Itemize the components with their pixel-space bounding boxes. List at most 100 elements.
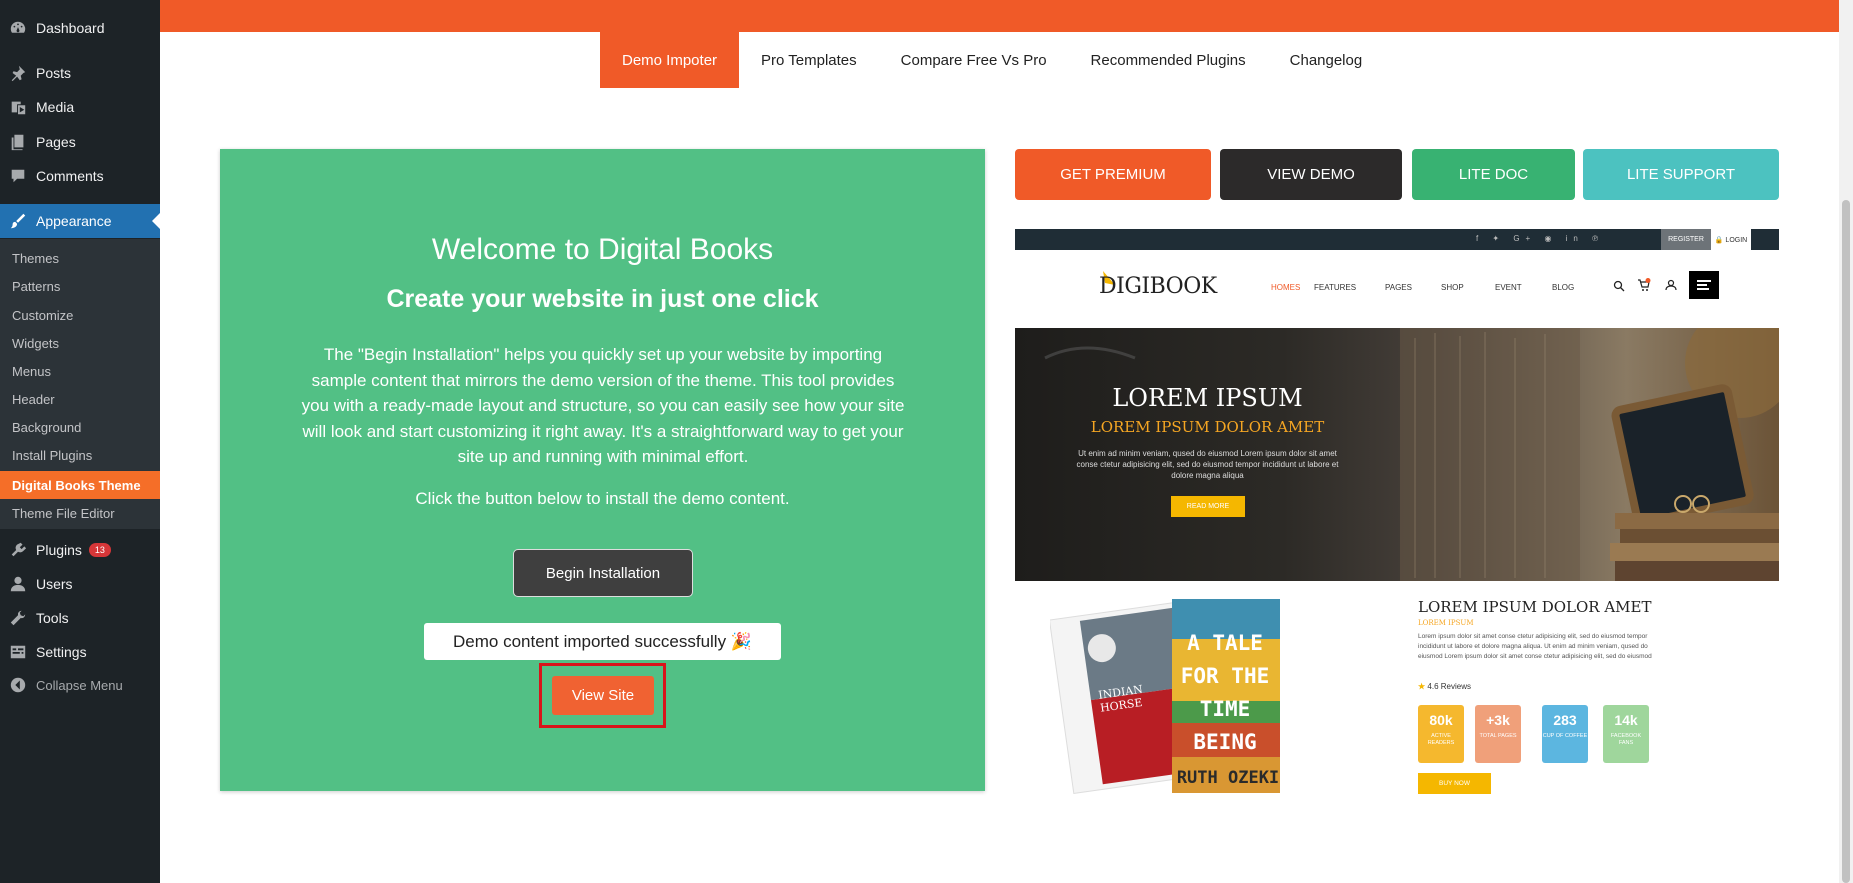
stat-card: 283 CUP OF COFFEE (1542, 705, 1588, 763)
preview-nav-homes: HOMES (1271, 283, 1301, 292)
plugins-update-badge: 13 (88, 543, 111, 557)
submenu-header[interactable]: Header (0, 385, 160, 413)
menu-media[interactable]: Media (0, 90, 160, 124)
preview-buy-now: BUY NOW (1418, 773, 1491, 794)
submenu-background[interactable]: Background (0, 413, 160, 441)
submenu-install-plugins[interactable]: Install Plugins (0, 441, 160, 469)
preview-topbar: f ✦ G+ ◉ in ℗ REGISTER 🔒 LOGIN (1015, 229, 1779, 250)
welcome-subtitle: Create your website in just one click (386, 285, 819, 313)
submenu-menus[interactable]: Menus (0, 357, 160, 385)
collapse-menu[interactable]: Collapse Menu (0, 668, 160, 702)
collapse-menu-label: Collapse Menu (36, 677, 123, 693)
lite-support-button[interactable]: LITE SUPPORT (1583, 149, 1779, 200)
menu-comments[interactable]: Comments (0, 159, 160, 193)
submenu-patterns[interactable]: Patterns (0, 272, 160, 300)
tab-pro-templates[interactable]: Pro Templates (739, 32, 879, 88)
menu-comments-label: Comments (36, 168, 104, 184)
brush-icon (0, 212, 36, 230)
tab-compare[interactable]: Compare Free Vs Pro (879, 32, 1069, 88)
stat-card: 14k FACEBOOK FANS (1603, 705, 1649, 763)
collapse-icon (0, 676, 36, 694)
menu-users[interactable]: Users (0, 567, 160, 601)
book2-author: RUTH OZEKI (1176, 768, 1280, 788)
welcome-title: Welcome to Digital Books (431, 233, 774, 266)
stat-label: FACEBOOK FANS (1610, 733, 1642, 746)
theme-tabs: Demo Impoter Pro Templates Compare Free … (600, 32, 1384, 88)
tab-recommended-plugins[interactable]: Recommended Plugins (1069, 32, 1268, 88)
stat-label: TOTAL PAGES (1479, 733, 1517, 739)
stat-number: 80k (1429, 712, 1453, 728)
tab-demo-importer[interactable]: Demo Impoter (600, 32, 740, 88)
hero-read-more: READ MORE (1171, 496, 1245, 517)
stat-number: 283 (1553, 712, 1577, 728)
stat-number: 14k (1614, 712, 1638, 728)
install-instruction: Click the button below to install the de… (415, 489, 790, 508)
preview-section-title: LOREM IPSUM DOLOR AMET (1418, 598, 1652, 616)
preview-nav-event: EVENT (1495, 283, 1522, 292)
stat-label: ACTIVE READERS (1427, 733, 1455, 746)
appearance-submenu: Themes Patterns Customize Widgets Menus … (0, 239, 160, 529)
user-icon (0, 575, 36, 593)
star-icon: ★ (1418, 682, 1426, 691)
get-premium-button[interactable]: GET PREMIUM (1015, 149, 1211, 200)
view-site-button[interactable]: View Site (552, 676, 654, 715)
menu-posts[interactable]: Posts (0, 56, 160, 90)
media-icon (0, 98, 36, 116)
hero-text: Ut enim ad minim veniam, qused do eiusmo… (1076, 449, 1339, 480)
preview-rating: ★ 4.6 Reviews (1418, 682, 1471, 691)
preview-nav-pages: PAGES (1385, 283, 1412, 292)
menu-posts-label: Posts (36, 65, 72, 81)
hero-subtitle: LOREM IPSUM DOLOR AMET (1090, 418, 1325, 436)
settings-icon (0, 643, 36, 661)
book2-title: A TALE FOR THE TIME BEING (1180, 631, 1270, 754)
submenu-themes[interactable]: Themes (0, 244, 160, 272)
theme-preview-image: f ✦ G+ ◉ in ℗ REGISTER 🔒 LOGIN DIGIBOOK … (1015, 229, 1779, 799)
lite-doc-button[interactable]: LITE DOC (1412, 149, 1575, 200)
preview-logo: DIGIBOOK (1099, 274, 1217, 299)
comment-icon (0, 167, 36, 185)
submenu-widgets[interactable]: Widgets (0, 329, 160, 357)
page-scrollbar[interactable] (1839, 0, 1853, 883)
view-site-highlight: View Site (539, 663, 666, 728)
preview-user-icon (1665, 279, 1677, 291)
menu-pages[interactable]: Pages (0, 125, 160, 159)
wrench-icon (0, 609, 36, 627)
welcome-description: The "Begin Installation" helps you quick… (301, 345, 905, 466)
pin-icon (0, 64, 36, 82)
menu-users-label: Users (36, 576, 73, 592)
submenu-customize[interactable]: Customize (0, 301, 160, 329)
stat-number: +3k (1486, 712, 1510, 728)
scrollbar-thumb[interactable] (1842, 200, 1850, 883)
preview-search-icon (1613, 280, 1625, 292)
preview-rating-text: 4.6 Reviews (1427, 682, 1471, 691)
menu-appearance[interactable]: Appearance (0, 204, 160, 238)
preview-nav-blog: BLOG (1552, 283, 1575, 292)
admin-sidebar: Dashboard Posts Media Pages Comments App… (0, 0, 160, 883)
menu-settings-label: Settings (36, 644, 87, 660)
plug-icon (0, 541, 36, 559)
submenu-digital-books-theme[interactable]: Digital Books Theme (0, 471, 160, 499)
menu-tools[interactable]: Tools (0, 601, 160, 635)
preview-login: 🔒 LOGIN (1711, 229, 1751, 250)
welcome-panel: Welcome to Digital Books Create your web… (220, 149, 985, 791)
preview-register: REGISTER (1661, 229, 1711, 250)
tab-changelog[interactable]: Changelog (1268, 32, 1385, 88)
preview-hero: LOREM IPSUM LOREM IPSUM DOLOR AMET Ut en… (1015, 328, 1779, 581)
preview-menu-icon (1689, 271, 1719, 299)
menu-dashboard[interactable]: Dashboard (0, 11, 160, 45)
view-demo-button[interactable]: VIEW DEMO (1220, 149, 1402, 200)
menu-plugins-label: Plugins (36, 542, 82, 558)
stat-card: +3k TOTAL PAGES (1475, 705, 1521, 763)
menu-pages-label: Pages (36, 134, 76, 150)
stat-card: 80k ACTIVE READERS (1418, 705, 1464, 763)
submenu-theme-file-editor[interactable]: Theme File Editor (0, 499, 160, 527)
preview-section-subtitle: LOREM IPSUM (1418, 619, 1474, 627)
social-icons: f ✦ G+ ◉ in ℗ (1475, 234, 1604, 243)
menu-settings[interactable]: Settings (0, 635, 160, 669)
menu-plugins[interactable]: Plugins 13 (0, 533, 160, 567)
begin-installation-button[interactable]: Begin Installation (513, 549, 693, 597)
menu-dashboard-label: Dashboard (36, 20, 105, 36)
preview-section-text: Lorem ipsum dolor sit amet conse ctetur … (1418, 633, 1652, 660)
dashboard-icon (0, 19, 36, 37)
menu-tools-label: Tools (36, 610, 69, 626)
